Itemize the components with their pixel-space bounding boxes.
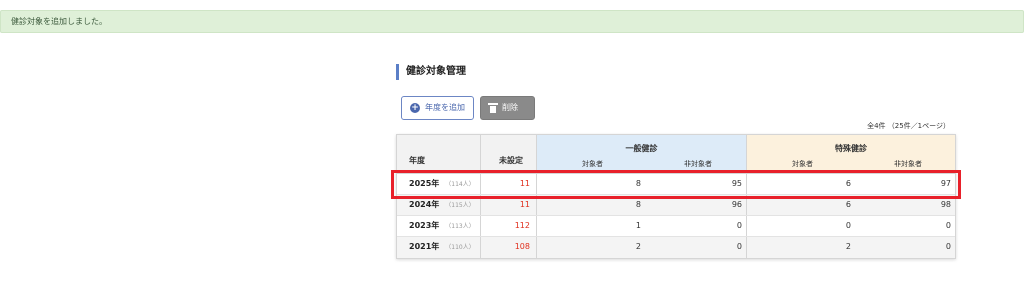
general-target-count: 2 [635, 242, 641, 251]
special-target-count: 6 [845, 200, 851, 209]
unset-count: 108 [481, 237, 537, 258]
header-special-non-target: 非対象者 [894, 160, 922, 168]
general-non-target-count: 0 [643, 237, 747, 258]
add-year-label: 年度を追加 [425, 103, 465, 112]
header-special-target: 対象者 [792, 160, 813, 168]
unset-count: 11 [481, 174, 537, 194]
general-target-count: 8 [635, 200, 641, 209]
special-target-count: 6 [845, 179, 851, 188]
special-non-target-count: 0 [945, 242, 951, 251]
year-cell: 2025年 （114人） [397, 174, 481, 194]
header-special-checkup: 特殊健診 対象者 非対象者 [747, 135, 955, 173]
header-general-checkup: 一般健診 対象者 非対象者 [537, 135, 747, 173]
table-row[interactable]: 2021年 （110人） 108 2 0 2 0 [397, 237, 955, 258]
special-non-target-count: 98 [940, 200, 951, 209]
general-non-target-count: 96 [643, 195, 747, 215]
year-cell: 2021年 （110人） [397, 237, 481, 258]
section-title: 健診対象管理 [396, 64, 466, 80]
table-row[interactable]: 2024年 （115人） 11 8 96 6 98 [397, 195, 955, 216]
success-alert: 健診対象を追加しました。 [0, 10, 1024, 33]
unset-count: 112 [481, 216, 537, 236]
plus-circle-icon: + [410, 103, 420, 113]
delete-button[interactable]: 削除 [480, 96, 535, 120]
table-row[interactable]: 2025年 （114人） 11 8 95 6 97 [397, 174, 955, 195]
general-non-target-count: 95 [643, 174, 747, 194]
trash-icon [488, 103, 498, 113]
special-target-count: 2 [845, 242, 851, 251]
header-general-non-target: 非対象者 [684, 160, 712, 168]
year-cell: 2023年 （113人） [397, 216, 481, 236]
special-non-target-count: 97 [940, 179, 951, 188]
alert-message: 健診対象を追加しました。 [11, 17, 107, 26]
year-cell: 2024年 （115人） [397, 195, 481, 215]
checkup-table: 年度 未設定 一般健診 対象者 非対象者 特殊健診 対象者 非対象者 2025年… [396, 134, 956, 259]
general-non-target-count: 0 [643, 216, 747, 236]
table-header: 年度 未設定 一般健診 対象者 非対象者 特殊健診 対象者 非対象者 [397, 135, 955, 174]
add-year-button[interactable]: + 年度を追加 [401, 96, 474, 120]
header-unset: 未設定 [481, 135, 537, 173]
delete-label: 削除 [502, 103, 518, 112]
general-target-count: 8 [635, 179, 641, 188]
unset-count: 11 [481, 195, 537, 215]
result-count: 全4件 （25件／1ページ） [867, 122, 950, 130]
header-year: 年度 [397, 135, 481, 173]
special-non-target-count: 0 [945, 221, 951, 230]
special-target-count: 0 [845, 221, 851, 230]
table-row[interactable]: 2023年 （113人） 112 1 0 0 0 [397, 216, 955, 237]
header-general-target: 対象者 [582, 160, 603, 168]
general-target-count: 1 [635, 221, 641, 230]
